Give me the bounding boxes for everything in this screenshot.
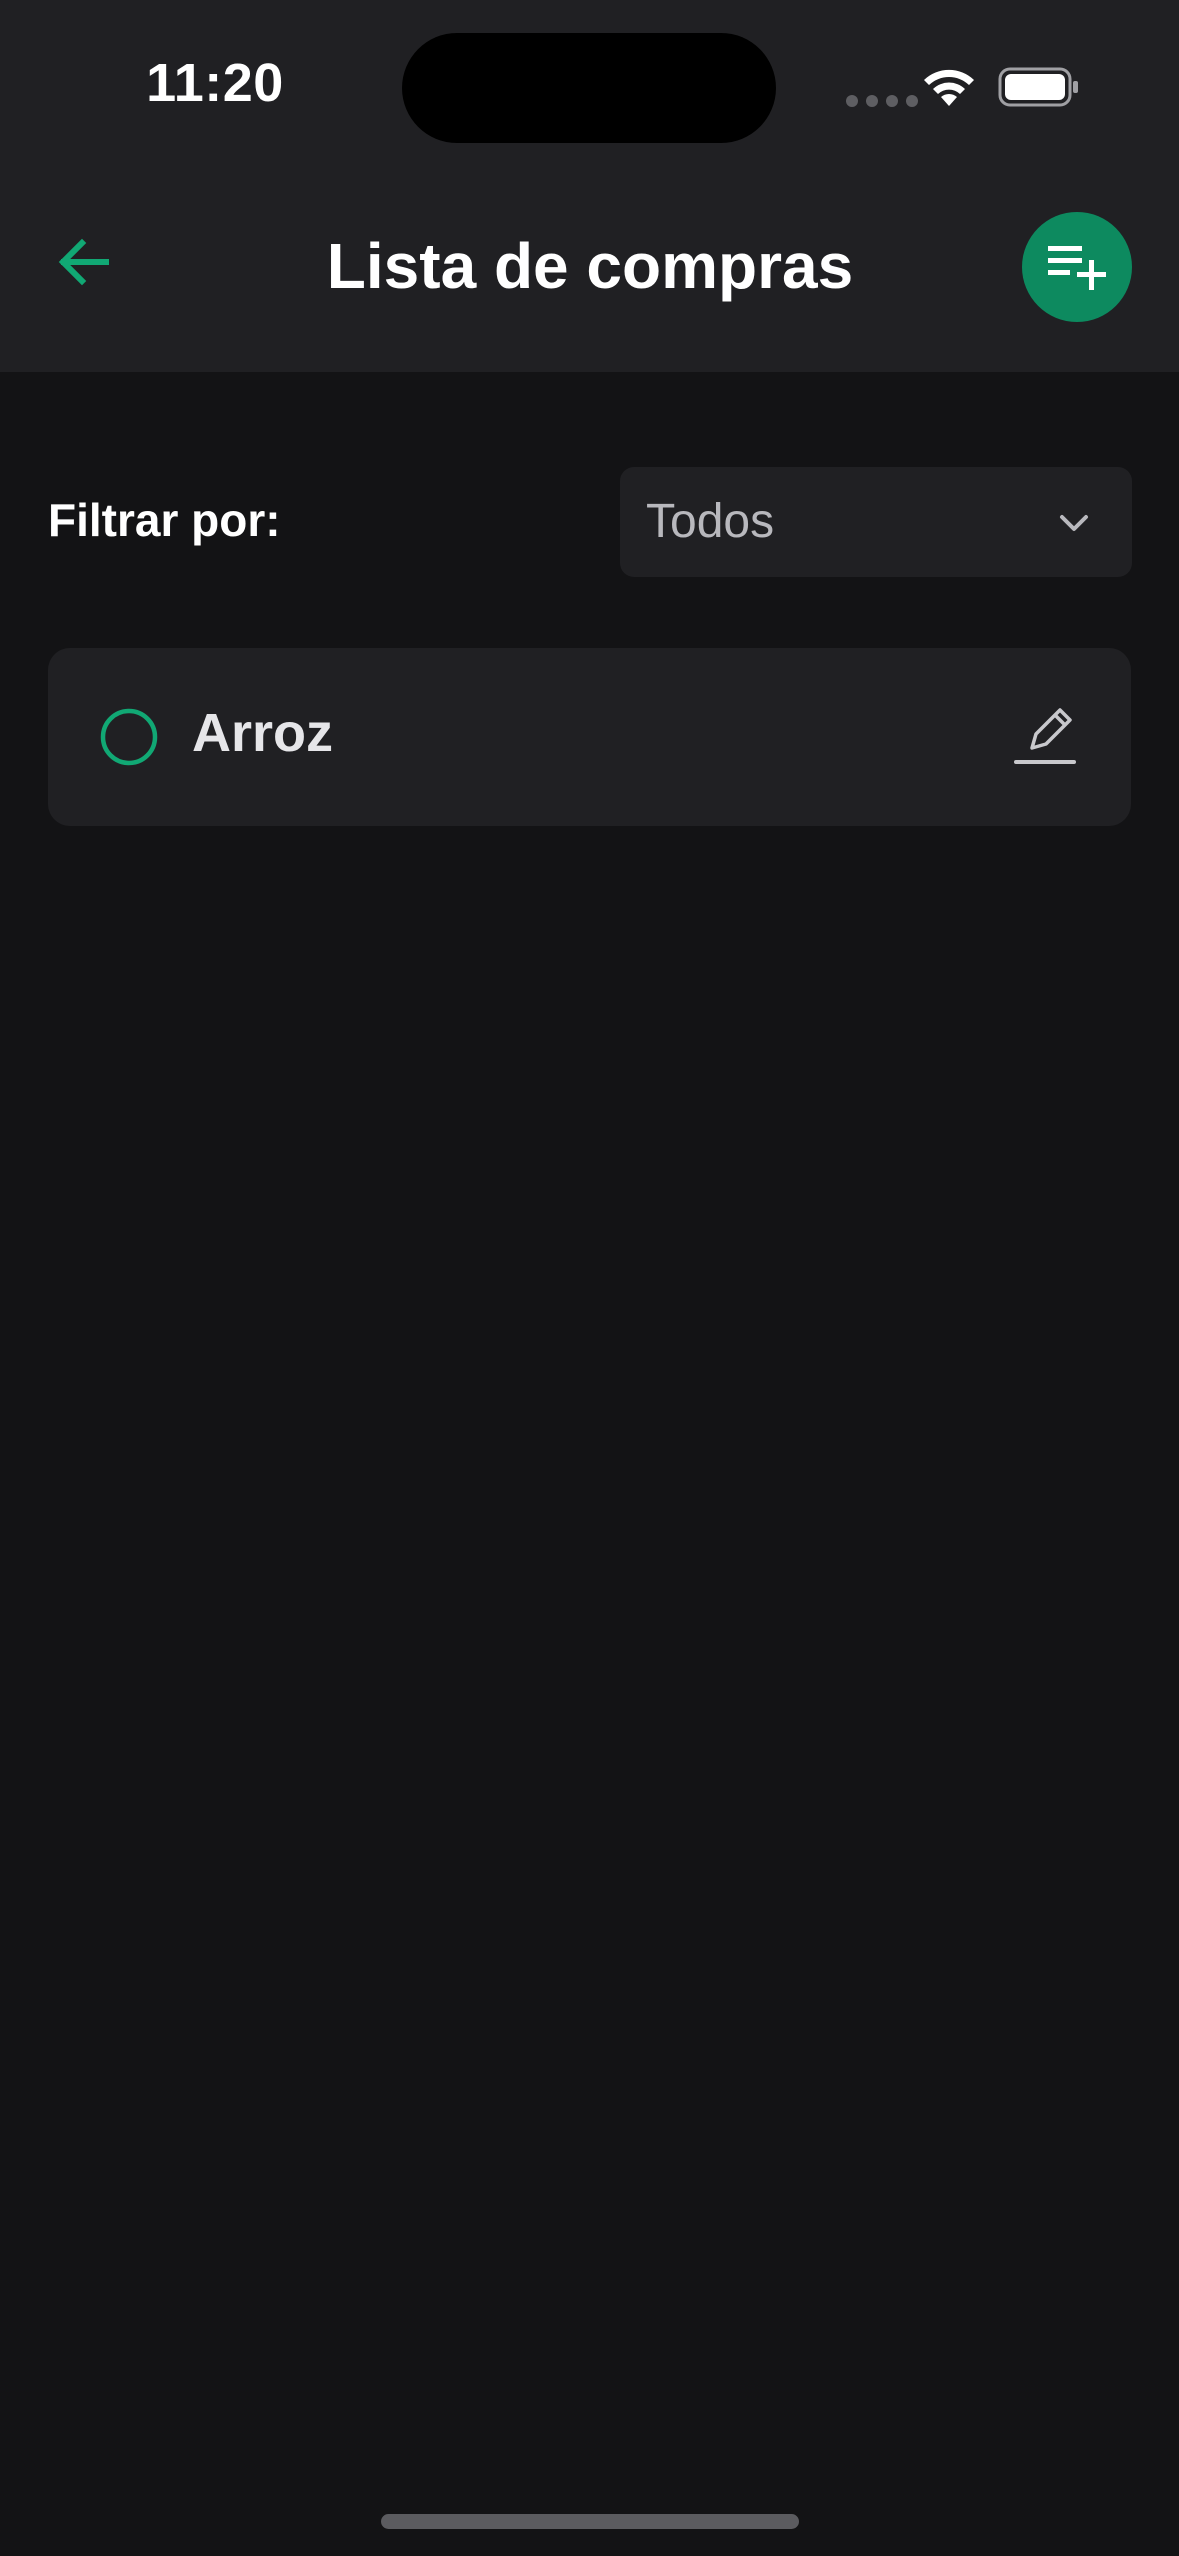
list-item[interactable]: Arroz bbox=[48, 648, 1131, 826]
playlist-add-icon bbox=[1048, 246, 1106, 290]
filter-selected-value: Todos bbox=[646, 495, 775, 548]
filter-label: Filtrar por: bbox=[48, 494, 281, 546]
status-time: 11:20 bbox=[146, 53, 284, 113]
circle-checkbox-icon[interactable] bbox=[100, 708, 158, 766]
pencil-edit-icon[interactable] bbox=[1010, 698, 1084, 772]
dynamic-island bbox=[402, 33, 776, 143]
page-title: Lista de compras bbox=[326, 230, 854, 302]
back-button[interactable] bbox=[44, 222, 124, 302]
chevron-down-icon bbox=[1060, 515, 1088, 531]
screen: 11:20 Lista de compras Filtrar por: Todo… bbox=[0, 0, 1179, 2556]
filter-dropdown[interactable]: Todos bbox=[620, 467, 1132, 577]
wifi-icon bbox=[924, 69, 974, 106]
home-indicator bbox=[381, 2514, 799, 2529]
arrow-left-icon bbox=[58, 238, 109, 286]
cellular-signal-icon bbox=[846, 95, 918, 107]
add-list-item-button[interactable] bbox=[1022, 212, 1132, 322]
list-item-label: Arroz bbox=[192, 703, 334, 763]
battery-icon bbox=[998, 67, 1078, 107]
